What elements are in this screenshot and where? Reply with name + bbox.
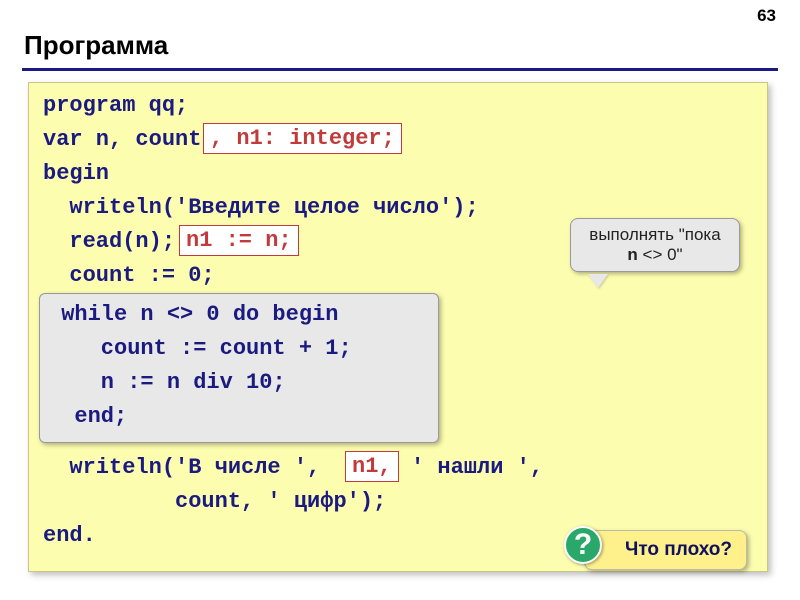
title-underline <box>22 68 778 71</box>
highlight-n1-out: n1, <box>345 451 399 482</box>
code-line-4: writeln('Введите целое число'); <box>43 195 479 220</box>
callout-line2: n <> 0" <box>581 245 729 265</box>
code-line-9: end. <box>43 523 96 548</box>
page-title: Программа <box>24 30 168 61</box>
highlight-n1-decl: , n1: integer; <box>203 123 402 154</box>
callout-box: выполнять "пока n <> 0" <box>570 218 740 272</box>
callout-n: n <box>627 245 642 264</box>
while-line-1: while n <> 0 do begin <box>48 302 338 327</box>
while-line-2: count := count + 1; <box>48 336 352 361</box>
while-line-4: end; <box>48 404 127 429</box>
question-badge: Что плохо? <box>584 530 747 570</box>
question-mark-icon: ? <box>564 526 602 564</box>
while-block: while n <> 0 do begin count := count + 1… <box>39 293 439 443</box>
code-line-6: count := 0; <box>43 263 215 288</box>
code-line-8: count, ' цифр'); <box>43 489 386 514</box>
page-number: 63 <box>757 6 776 26</box>
while-line-3: n := n div 10; <box>48 370 286 395</box>
callout-tail <box>588 274 608 288</box>
code-panel: program qq; var n, count , n1: integer; … <box>28 82 768 572</box>
code-line-7a: writeln('В числе ', <box>43 455 320 480</box>
highlight-n1-assign: n1 := n; <box>179 225 299 256</box>
code-line-2: var n, count <box>43 127 201 152</box>
callout-cond: <> 0" <box>643 245 683 264</box>
code-line-3: begin <box>43 161 109 186</box>
code-line-1: program qq; <box>43 93 188 118</box>
code-line-7b: ' нашли ', <box>411 455 543 480</box>
callout-line1: выполнять "пока <box>581 225 729 245</box>
code-line-5: read(n); <box>43 229 175 254</box>
